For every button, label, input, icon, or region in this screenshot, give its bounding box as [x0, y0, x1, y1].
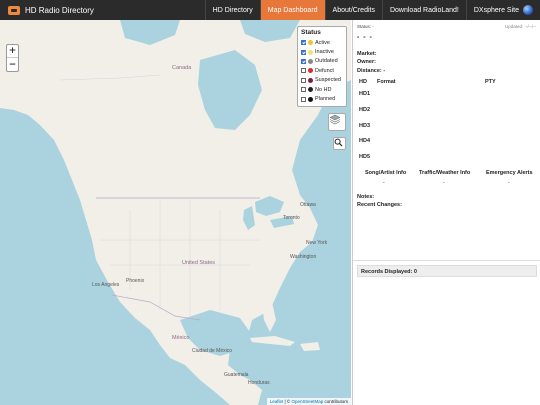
- pty-column-header: PTY: [485, 79, 496, 85]
- status-dot-icon: [308, 68, 313, 74]
- map-view[interactable]: Canada Ottawa Toronto New York Washingto…: [0, 20, 351, 405]
- checkbox-defunct[interactable]: [301, 68, 306, 74]
- radio-logo-icon: [8, 5, 20, 15]
- nav-dxsphere-site[interactable]: DXsphere Site: [465, 0, 540, 20]
- distance-label: Distance: -: [357, 68, 386, 74]
- map-label-canada: Canada: [172, 65, 192, 71]
- checkbox-suspected[interactable]: [301, 77, 306, 83]
- map-search-button[interactable]: [333, 137, 346, 150]
- status-text: Status: -: [357, 24, 374, 29]
- status-dot-icon: [308, 49, 313, 55]
- feature-value: -: [443, 180, 445, 186]
- hd-row: HD5: [359, 154, 371, 160]
- status-dot-icon: [308, 77, 313, 83]
- nav-hd-directory[interactable]: HD Directory: [204, 0, 260, 20]
- panel-divider: [353, 260, 540, 261]
- map-label-ottawa: Ottawa: [300, 202, 316, 208]
- map-label-washington: Washington: [290, 254, 317, 260]
- map-label-los-angeles: Los Angeles: [92, 282, 120, 288]
- feature-song-artist: Song/Artist Info: [365, 170, 407, 176]
- map-label-phoenix: Phoenix: [126, 278, 145, 284]
- status-legend: Status Active Inactive Outdated Defunct …: [297, 26, 347, 107]
- legend-title: Status: [301, 29, 321, 36]
- hd-row: HD1: [359, 91, 371, 97]
- hd-row: HD3: [359, 123, 371, 129]
- map-label-new-york: New York: [306, 240, 328, 246]
- legend-label: Planned: [315, 96, 336, 103]
- nav-map-dashboard[interactable]: Map Dashboard: [259, 0, 325, 20]
- legend-item-defunct[interactable]: Defunct: [301, 66, 343, 75]
- checkbox-no-hd[interactable]: [301, 87, 306, 93]
- checkbox-active[interactable]: [301, 40, 306, 46]
- station-panel: Status: - Updated: --/--/-- - - - Market…: [352, 20, 540, 405]
- osm-link[interactable]: OpenStreetMap: [291, 399, 323, 404]
- format-column-header: Format: [377, 79, 396, 85]
- map-attribution: Leaflet | © OpenStreetMap contributors: [266, 398, 351, 405]
- legend-item-outdated[interactable]: Outdated: [301, 57, 343, 66]
- hd-row: HD2: [359, 107, 371, 113]
- attribution-tail: contributors: [323, 399, 348, 404]
- feature-value: -: [383, 180, 385, 186]
- checkbox-outdated[interactable]: [301, 58, 306, 64]
- legend-item-planned[interactable]: Planned: [301, 94, 343, 103]
- hd-column-header: HD: [359, 79, 367, 85]
- market-label: Market:: [357, 51, 377, 57]
- legend-label: No HD: [315, 86, 332, 93]
- brand[interactable]: HD Radio Directory: [0, 0, 94, 20]
- map-label-ciudad-de-mexico: Ciudad de México: [192, 348, 233, 354]
- status-dot-icon: [308, 96, 313, 102]
- legend-item-no-hd[interactable]: No HD: [301, 85, 343, 94]
- legend-label: Defunct: [315, 67, 334, 74]
- legend-item-inactive[interactable]: Inactive: [301, 47, 343, 56]
- legend-item-suspected[interactable]: Suspected: [301, 76, 343, 85]
- layers-icon: [329, 114, 341, 125]
- zoom-in-button[interactable]: +: [7, 45, 18, 58]
- station-callsign: - - -: [357, 34, 373, 41]
- nav-download-radioland[interactable]: Download RadioLand!: [381, 0, 466, 20]
- brand-title: HD Radio Directory: [25, 5, 94, 15]
- map-label-united-states: United States: [182, 260, 216, 266]
- feature-traffic-weather: Traffic/Weather Info: [419, 170, 471, 176]
- map-label-honduras: Honduras: [248, 380, 270, 386]
- status-dot-icon: [308, 58, 313, 64]
- layers-button[interactable]: [328, 113, 346, 131]
- recent-changes-label: Recent Changes:: [357, 202, 402, 208]
- status-dot-icon: [308, 40, 313, 46]
- hd-row: HD4: [359, 138, 371, 144]
- globe-icon: [523, 5, 533, 15]
- legend-item-active[interactable]: Active: [301, 38, 343, 47]
- checkbox-planned[interactable]: [301, 96, 306, 102]
- legend-label: Active: [315, 39, 330, 46]
- nav-dxsphere-label: DXsphere Site: [473, 6, 519, 14]
- legend-label: Inactive: [315, 49, 334, 56]
- map-label-mexico: México: [172, 335, 190, 341]
- status-dot-icon: [308, 87, 313, 93]
- map-label-toronto: Toronto: [283, 215, 300, 221]
- top-nav: HD Radio Directory HD Directory Map Dash…: [0, 0, 540, 20]
- feature-value: -: [508, 180, 510, 186]
- notes-label: Notes:: [357, 194, 375, 200]
- leaflet-link[interactable]: Leaflet: [270, 399, 284, 404]
- legend-label: Suspected: [315, 77, 341, 84]
- nav-about-credits[interactable]: About/Credits: [324, 0, 382, 20]
- map-label-guatemala: Guatemala: [224, 372, 249, 378]
- legend-label: Outdated: [315, 58, 338, 65]
- feature-emergency-alerts: Emergency Alerts: [486, 170, 533, 176]
- records-displayed: Records Displayed: 0: [357, 265, 537, 277]
- updated-text: Updated: --/--/--: [504, 24, 536, 29]
- search-icon: [334, 138, 343, 147]
- nav-links: HD Directory Map Dashboard About/Credits…: [204, 0, 540, 20]
- owner-label: Owner:: [357, 59, 376, 65]
- zoom-control: + −: [6, 44, 19, 72]
- zoom-out-button[interactable]: −: [7, 58, 18, 71]
- checkbox-inactive[interactable]: [301, 49, 306, 55]
